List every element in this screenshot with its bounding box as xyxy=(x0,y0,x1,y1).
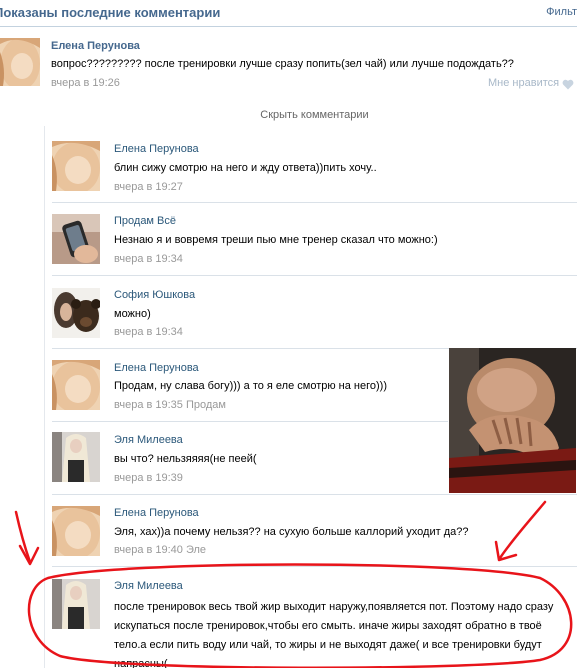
heart-icon[interactable] xyxy=(562,79,574,90)
comment-text: Эля, хах))а почему нельзя?? на сухую бол… xyxy=(114,526,469,538)
comment-divider xyxy=(52,494,577,495)
comment-author[interactable]: Продам Всё xyxy=(114,215,176,227)
comment-time[interactable]: вчера в 19:39 xyxy=(114,472,183,484)
comment-time[interactable]: вчера в 19:34 xyxy=(114,253,183,265)
comment-avatar[interactable] xyxy=(52,506,100,556)
comment-author[interactable]: Елена Перунова xyxy=(114,143,199,155)
hide-comments-link[interactable]: Скрыть комментарии xyxy=(52,104,577,126)
facepalm-image xyxy=(449,348,576,493)
comment-author[interactable]: Елена Перунова xyxy=(114,507,199,519)
comment-author[interactable]: Эля Милеева xyxy=(114,580,183,592)
comments-header: Показаны последние комментарии Фильт xyxy=(0,0,577,27)
comment-time[interactable]: вчера в 19:35 Продам xyxy=(114,399,226,411)
comment-avatar[interactable] xyxy=(52,288,100,338)
header-title: Показаны последние комментарии xyxy=(0,5,221,20)
comment-text: вы что? нельзяяяя(не пеей( xyxy=(114,453,257,465)
comment-text: Незнаю я и вовремя треши пью мне тренер … xyxy=(114,234,438,246)
comment-divider xyxy=(52,202,577,203)
annotation-arrow-left-head xyxy=(18,544,40,566)
comment-avatar[interactable] xyxy=(52,579,100,629)
post-author-avatar[interactable] xyxy=(0,38,40,86)
post-time[interactable]: вчера в 19:26 xyxy=(51,77,120,89)
post-text: вопрос????????? после тренировки лучше с… xyxy=(51,58,514,70)
comment-divider xyxy=(52,566,577,567)
post-author-name[interactable]: Елена Перунова xyxy=(51,40,140,52)
comment-avatar[interactable] xyxy=(52,360,100,410)
comment-avatar[interactable] xyxy=(52,141,100,191)
comment-time[interactable]: вчера в 19:34 xyxy=(114,326,183,338)
comment-text: блин сижу смотрю на него и жду ответа))п… xyxy=(114,162,377,174)
comment-divider xyxy=(52,421,448,422)
wall-page: Показаны последние комментарии Фильт Еле… xyxy=(0,0,577,668)
like-button-label[interactable]: Мне нравится xyxy=(488,77,559,89)
comment-avatar[interactable] xyxy=(52,214,100,264)
comment-author[interactable]: Елена Перунова xyxy=(114,362,199,374)
comment-author[interactable]: София Юшкова xyxy=(114,289,195,301)
annotation-arrow-left xyxy=(14,510,32,564)
comment-text: можно) xyxy=(114,308,151,320)
comment-text: Продам, ну слава богу))) а то я еле смот… xyxy=(114,380,387,392)
comment-divider xyxy=(52,275,577,276)
comment-avatar[interactable] xyxy=(52,432,100,482)
comment-text: после тренировок весь твой жир выходит н… xyxy=(114,601,554,668)
filter-link[interactable]: Фильт xyxy=(546,6,577,18)
comment-time[interactable]: вчера в 19:40 Эле xyxy=(114,544,206,556)
comment-time[interactable]: вчера в 19:27 xyxy=(114,181,183,193)
comment-author[interactable]: Эля Милеева xyxy=(114,434,183,446)
